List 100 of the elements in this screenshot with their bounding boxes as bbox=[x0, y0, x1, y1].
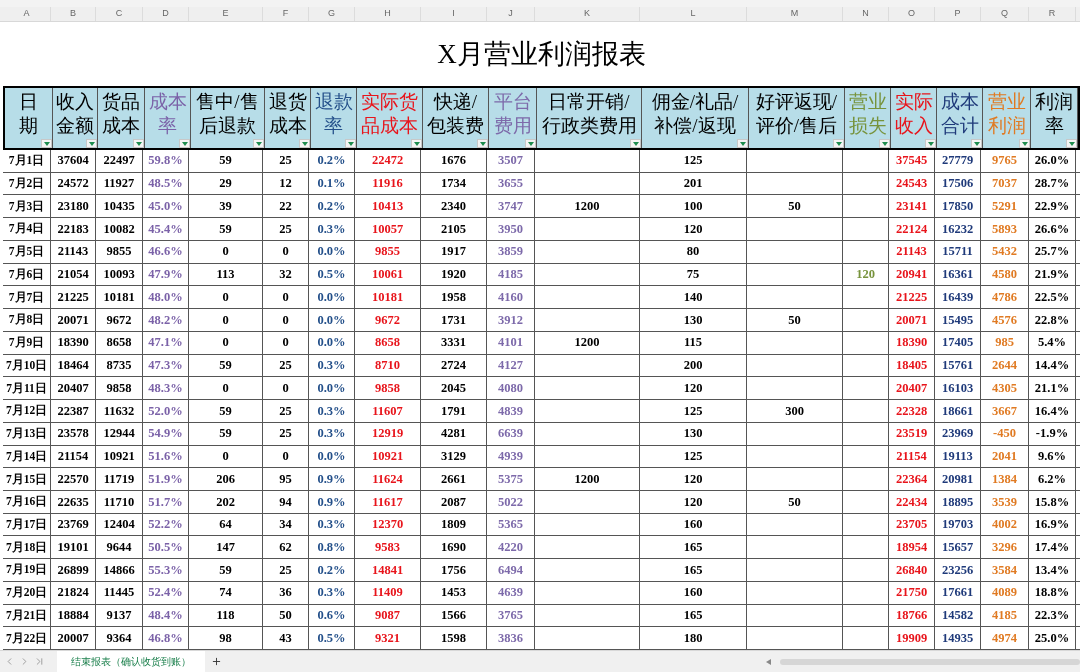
table-cell-text: 26840 bbox=[895, 561, 928, 579]
column-letter[interactable]: R bbox=[1048, 7, 1056, 21]
table-cell-text: 17405 bbox=[941, 334, 974, 352]
column-letter[interactable]: L bbox=[690, 7, 696, 21]
table-cell-text: 14841 bbox=[371, 561, 404, 579]
table-cell-text: 17.4% bbox=[1034, 538, 1070, 556]
header-text: 退款 bbox=[314, 90, 353, 114]
column-letter[interactable]: J bbox=[508, 7, 513, 21]
table-cell-text: 0.8% bbox=[317, 538, 346, 556]
table-cell-text: 120 bbox=[683, 220, 703, 238]
header-text: 率 bbox=[324, 114, 343, 138]
caret-icon bbox=[1068, 141, 1075, 146]
table-cell-text: 21750 bbox=[895, 584, 928, 602]
header-text: 率 bbox=[158, 114, 177, 138]
table-cell-text: 3667 bbox=[992, 402, 1017, 420]
table-cell-text: 21154 bbox=[57, 448, 89, 466]
table-cell-text: 5.4% bbox=[1037, 334, 1067, 352]
table-cell-text: 3765 bbox=[498, 607, 523, 625]
filter-button[interactable] bbox=[411, 139, 422, 148]
table-cell-text: 22497 bbox=[103, 152, 135, 170]
table-cell-text: 4002 bbox=[992, 516, 1017, 534]
table-cell-text: 0.6% bbox=[317, 607, 346, 625]
scroll-left-icon[interactable] bbox=[766, 658, 772, 665]
header-text: 日常开销/ bbox=[548, 90, 630, 114]
column-letter[interactable]: C bbox=[115, 7, 123, 21]
table-cell-text: 9855 bbox=[375, 243, 400, 261]
table-cell-text: 7月22日 bbox=[5, 630, 48, 646]
filter-button[interactable] bbox=[41, 139, 52, 148]
table-cell-text: 1731 bbox=[441, 311, 466, 329]
header-text: 日 bbox=[19, 90, 38, 114]
filter-button[interactable] bbox=[879, 139, 890, 148]
table-cell-text: 15.8% bbox=[1034, 493, 1070, 511]
table-cell-text: 18.8% bbox=[1034, 584, 1070, 602]
table-cell-text: 120 bbox=[856, 266, 875, 284]
table-cell-text: 59 bbox=[219, 402, 232, 420]
column-letter[interactable]: G bbox=[328, 7, 335, 21]
table-cell-text: 39 bbox=[219, 197, 232, 215]
table-cell-text: 7月20日 bbox=[5, 585, 48, 601]
column-letter[interactable]: B bbox=[70, 7, 76, 21]
table-cell-text: 0 bbox=[282, 448, 289, 466]
column-letter[interactable]: D bbox=[162, 7, 169, 21]
column-letter[interactable]: P bbox=[954, 7, 961, 21]
column-letter[interactable]: K bbox=[584, 7, 590, 21]
filter-button[interactable] bbox=[971, 139, 982, 148]
filter-button[interactable] bbox=[86, 139, 97, 148]
table-cell-text: 20007 bbox=[57, 629, 89, 647]
table-cell-text: 26899 bbox=[57, 561, 89, 579]
column-letter[interactable]: N bbox=[862, 7, 869, 21]
filter-button[interactable] bbox=[1066, 139, 1077, 148]
table-cell-text: 16103 bbox=[941, 379, 974, 397]
filter-button[interactable] bbox=[477, 139, 488, 148]
column-letter[interactable]: Q bbox=[1001, 7, 1008, 21]
table-cell-text: 19909 bbox=[895, 629, 928, 647]
column-letter[interactable]: E bbox=[222, 7, 229, 21]
table-cell-text: 7月3日 bbox=[8, 198, 45, 214]
table-cell-text: 1200 bbox=[574, 197, 600, 215]
filter-button[interactable] bbox=[299, 139, 310, 148]
filter-button[interactable] bbox=[253, 139, 264, 148]
table-cell-text: 165 bbox=[683, 561, 703, 579]
header-text: 货品 bbox=[102, 90, 140, 114]
table-cell-text: 17661 bbox=[941, 584, 974, 602]
table-cell-text: 4089 bbox=[992, 584, 1017, 602]
horizontal-scrollbar[interactable] bbox=[780, 658, 1080, 665]
filter-button[interactable] bbox=[925, 139, 936, 148]
table-cell-text: 9583 bbox=[375, 538, 400, 556]
table-cell-text: 22434 bbox=[895, 493, 928, 511]
table-cell-text: 1734 bbox=[441, 175, 466, 193]
filter-button[interactable] bbox=[630, 139, 641, 148]
column-letter[interactable]: I bbox=[452, 7, 455, 21]
table-cell-text: 7037 bbox=[992, 175, 1017, 193]
table-cell-text: 8658 bbox=[106, 334, 132, 352]
caret-icon bbox=[881, 141, 888, 146]
table-cell-text: 8658 bbox=[375, 334, 400, 352]
table-cell-text: 9644 bbox=[106, 538, 132, 556]
table-cell-text: 25 bbox=[279, 357, 292, 375]
sheet-tab[interactable]: 结束报表（确认收货到账） bbox=[57, 651, 205, 672]
header-text: 期 bbox=[19, 114, 38, 138]
table-cell-text: 0.2% bbox=[317, 561, 346, 579]
filter-button[interactable] bbox=[133, 139, 144, 148]
table-cell-text: 11617 bbox=[372, 493, 403, 511]
column-letter[interactable]: O bbox=[908, 7, 915, 21]
add-sheet-icon[interactable] bbox=[211, 656, 222, 667]
filter-button[interactable] bbox=[833, 139, 844, 148]
column-letter[interactable]: H bbox=[384, 7, 391, 21]
table-cell-text: 0.3% bbox=[317, 357, 346, 375]
column-letter[interactable]: M bbox=[790, 7, 799, 21]
filter-button[interactable] bbox=[525, 139, 536, 148]
table-cell-text: 180 bbox=[683, 629, 703, 647]
table-cell-text: 95 bbox=[279, 470, 292, 488]
column-letter[interactable]: F bbox=[282, 7, 289, 21]
table-cell-text: 22183 bbox=[57, 220, 89, 238]
filter-button[interactable] bbox=[179, 139, 190, 148]
table-cell-text: 6.2% bbox=[1037, 470, 1067, 488]
filter-button[interactable] bbox=[345, 139, 356, 148]
table-cell-text: 6494 bbox=[498, 561, 523, 579]
column-letter[interactable]: A bbox=[23, 7, 30, 21]
table-cell-text: 7月5日 bbox=[8, 244, 45, 260]
table-cell-text: 22387 bbox=[57, 402, 89, 420]
filter-button[interactable] bbox=[1019, 139, 1030, 148]
filter-button[interactable] bbox=[737, 139, 748, 148]
